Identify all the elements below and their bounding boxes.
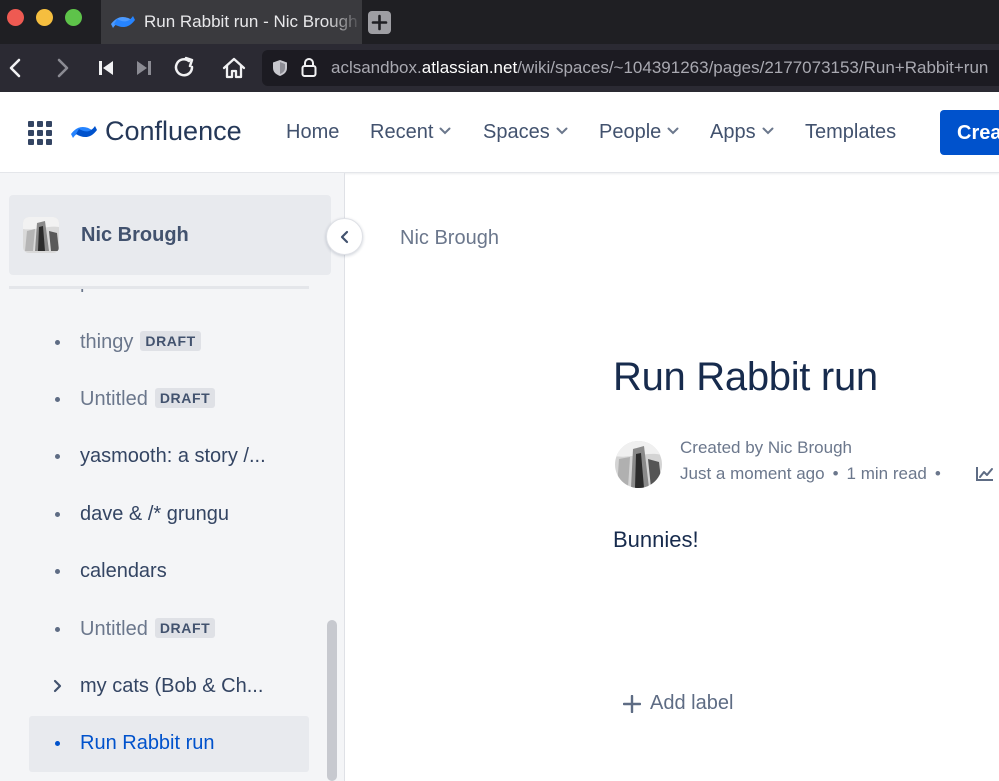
page-title-text: thingy: [80, 331, 134, 353]
nav-people-label: People: [599, 121, 662, 143]
space-name: Nic Brough: [81, 224, 189, 246]
page-tree-item-label: Untitled DRAFT: [80, 618, 216, 641]
space-header[interactable]: Nic Brough: [9, 195, 331, 275]
confluence-favicon-icon: [111, 16, 135, 28]
new-tab-button[interactable]: [368, 11, 391, 34]
page-tree-item[interactable]: thingy DRAFT: [29, 315, 309, 371]
page-tree-item[interactable]: Untitled DRAFT: [29, 602, 309, 658]
reload-icon[interactable]: [171, 54, 199, 82]
page-meta: Just a moment ago • 1 min read •: [680, 464, 941, 483]
collapse-sidebar-button[interactable]: [326, 218, 363, 255]
plus-icon: [371, 14, 388, 31]
browser-tab[interactable]: Run Rabbit run - Nic Brough: [101, 0, 362, 44]
bullet-icon: [55, 627, 60, 632]
bullet-icon: [55, 512, 60, 517]
url-text[interactable]: aclsandbox.atlassian.net/wiki/spaces/~10…: [331, 58, 988, 78]
page-tree-item-label: dave & /* grungu: [80, 503, 229, 525]
page-byline[interactable]: Created by Nic Brough: [680, 438, 852, 458]
nav-people[interactable]: People: [599, 121, 679, 144]
page-body-text: Bunnies!: [613, 527, 699, 552]
nav-apps[interactable]: Apps: [710, 121, 774, 144]
home-icon[interactable]: [220, 54, 248, 82]
page-tree-item[interactable]: dave & /* grungu: [29, 487, 309, 543]
page-title: Run Rabbit run: [613, 355, 878, 399]
bullet-icon: [55, 454, 60, 459]
page-tree-item-label: thingy DRAFT: [80, 331, 201, 354]
page-tree-item[interactable]: Untitled DRAFT: [29, 372, 309, 428]
author-avatar[interactable]: [615, 441, 662, 488]
page-tree: placeholder thingyDRAFT UntitledDRAFT ya…: [0, 286, 320, 781]
page-tree-item[interactable]: my cats (Bob & Ch...: [29, 659, 309, 715]
app-switcher-grid-icon[interactable]: [28, 121, 52, 145]
confluence-header: Confluence Home Recent Spaces People App…: [0, 92, 999, 173]
close-window-button[interactable]: [7, 9, 24, 26]
nav-templates[interactable]: Templates: [805, 121, 896, 144]
chevron-down-icon: [762, 127, 774, 135]
add-label-text: Add label: [650, 692, 734, 714]
bullet-icon: [55, 397, 60, 402]
chevron-down-icon: [556, 127, 568, 135]
url-host: atlassian.net: [421, 58, 518, 77]
tab-title-fade: [326, 0, 362, 44]
confluence-logo-text[interactable]: Confluence: [105, 116, 242, 147]
chevron-down-icon: [439, 127, 451, 135]
analytics-icon[interactable]: [975, 465, 995, 483]
url-prefix: aclsandbox.: [331, 58, 422, 77]
browser-titlebar: Run Rabbit run - Nic Brough: [0, 0, 999, 44]
plus-icon: [623, 695, 641, 713]
bullet-icon: [55, 340, 60, 345]
create-button-label: Create: [957, 122, 999, 144]
sidebar-divider: [344, 173, 345, 781]
page-tree-item-label: Run Rabbit run: [80, 732, 215, 754]
page-tree-item-label: calendars: [80, 560, 167, 582]
draft-badge: DRAFT: [154, 388, 216, 408]
chevron-down-icon: [667, 127, 679, 135]
nav-recent[interactable]: Recent: [370, 121, 451, 144]
chevron-right-icon[interactable]: [52, 679, 64, 693]
url-path: /wiki/spaces/~104391263/pages/2177073153…: [517, 58, 989, 77]
nav-home[interactable]: Home: [286, 121, 339, 144]
draft-badge: DRAFT: [140, 331, 201, 351]
skip-forward-icon[interactable]: [130, 54, 158, 82]
minimize-window-button[interactable]: [36, 9, 53, 26]
page-tree-item-label: yasmooth: a story /...: [80, 445, 266, 467]
breadcrumb[interactable]: Nic Brough: [400, 227, 499, 250]
zoom-window-button[interactable]: [65, 9, 82, 26]
nav-recent-label: Recent: [370, 121, 434, 143]
page-tree-item-label: Untitled DRAFT: [80, 388, 216, 411]
page-tree-divider: [9, 286, 309, 289]
nav-apps-label: Apps: [710, 121, 756, 143]
skip-back-icon[interactable]: [92, 54, 120, 82]
nav-spaces[interactable]: Spaces: [483, 121, 568, 144]
nav-spaces-label: Spaces: [483, 121, 550, 143]
page-tree-item-label: my cats (Bob & Ch...: [80, 675, 264, 697]
page-tree-item-current[interactable]: Run Rabbit run: [29, 716, 309, 772]
draft-badge: DRAFT: [154, 618, 216, 638]
chevron-left-icon: [340, 230, 349, 244]
tracking-protection-shield-icon[interactable]: [270, 58, 290, 78]
lock-icon[interactable]: [300, 57, 318, 79]
address-bar[interactable]: aclsandbox.atlassian.net/wiki/spaces/~10…: [262, 50, 999, 86]
back-arrow-icon[interactable]: [2, 54, 30, 82]
forward-arrow-icon[interactable]: [48, 54, 76, 82]
page-timestamp[interactable]: Just a moment ago: [680, 464, 825, 483]
page-tree-item[interactable]: yasmooth: a story /...: [29, 429, 309, 485]
sidebar-scrollbar[interactable]: [327, 620, 337, 781]
page-tree-item[interactable]: calendars: [29, 544, 309, 600]
space-avatar: [23, 217, 59, 253]
confluence-logo-icon[interactable]: [71, 119, 97, 145]
create-button[interactable]: Create: [940, 110, 999, 155]
bullet-icon: [55, 741, 60, 746]
page-title-text: Untitled: [80, 618, 148, 640]
read-time: 1 min read: [846, 464, 927, 483]
page-title-text: Untitled: [80, 388, 148, 410]
bullet-icon: [55, 569, 60, 574]
